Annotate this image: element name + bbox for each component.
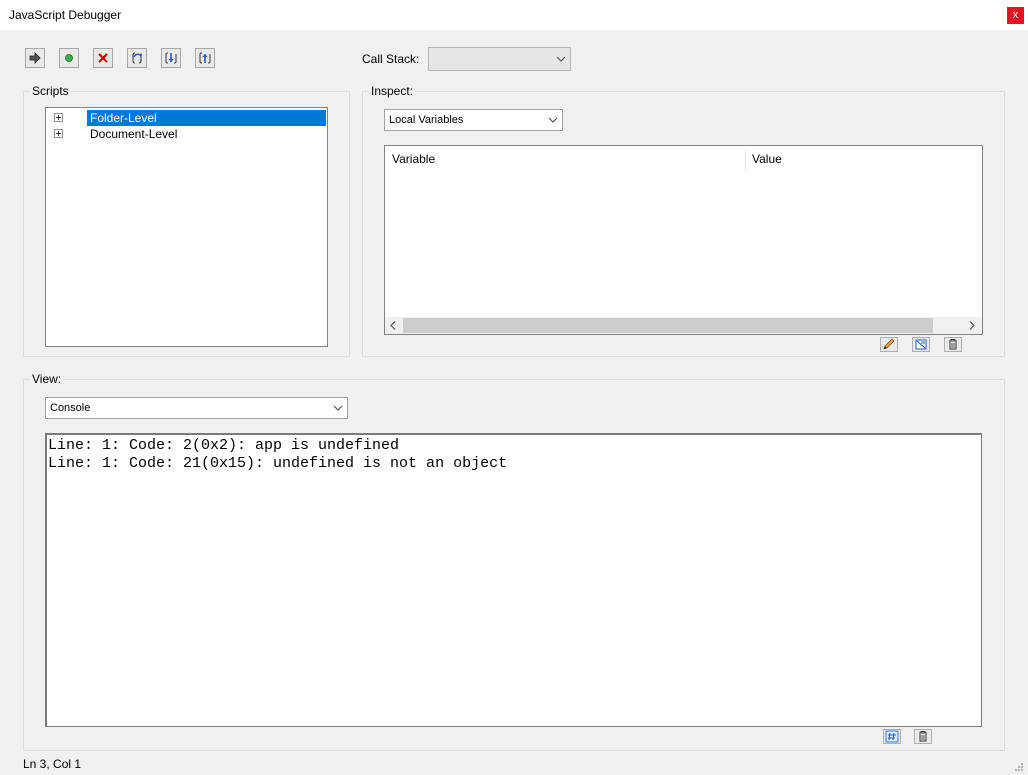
tree-item-label: Folder-Level — [87, 110, 326, 126]
step-into-button[interactable] — [161, 48, 181, 68]
scripts-group-title: Scripts — [30, 84, 71, 98]
call-stack-dropdown[interactable] — [428, 47, 571, 71]
chevron-down-icon — [548, 117, 558, 123]
resume-icon — [29, 52, 41, 64]
title-bar — [0, 0, 1028, 30]
column-header-variable[interactable]: Variable — [392, 152, 435, 166]
tree-item-document-level[interactable]: Document-Level — [46, 126, 325, 142]
console-output[interactable]: Line: 1: Code: 2(0x2): app is undefined … — [45, 433, 982, 727]
status-text: Ln 3, Col 1 — [23, 757, 82, 771]
edit-variable-icon — [883, 338, 895, 350]
column-header-value[interactable]: Value — [752, 152, 782, 166]
scroll-left-icon[interactable] — [388, 320, 398, 331]
delete-icon — [949, 339, 957, 350]
window-title: JavaScript Debugger — [9, 8, 122, 22]
variables-table[interactable]: Variable Value — [384, 145, 983, 335]
toggle-breakpoint-icon — [65, 54, 73, 62]
run-script-button[interactable] — [883, 729, 901, 744]
delete-watch-button[interactable] — [944, 337, 962, 352]
expand-icon[interactable] — [54, 113, 63, 122]
step-into-icon — [165, 52, 177, 64]
watch-button[interactable] — [912, 337, 930, 352]
inspect-dropdown-value: Local Variables — [389, 114, 464, 126]
stop-debugging-button[interactable] — [93, 48, 113, 68]
stop-debugging-icon — [98, 53, 108, 63]
clear-console-icon — [919, 731, 927, 742]
edit-variable-button[interactable] — [880, 337, 898, 352]
run-script-icon — [885, 730, 899, 743]
toggle-breakpoint-button[interactable] — [59, 48, 79, 68]
chevron-down-icon — [556, 56, 566, 62]
tree-item-label: Document-Level — [90, 127, 178, 141]
clear-console-button[interactable] — [914, 729, 932, 744]
scroll-right-icon[interactable] — [967, 320, 977, 331]
close-button[interactable]: x — [1007, 7, 1024, 24]
view-dropdown-value: Console — [50, 402, 91, 414]
horizontal-scrollbar[interactable] — [385, 317, 982, 334]
step-over-button[interactable] — [127, 48, 147, 68]
call-stack-label: Call Stack: — [362, 52, 420, 66]
step-out-button[interactable] — [195, 48, 215, 68]
resize-grip[interactable] — [1014, 761, 1024, 771]
resize-grip-icon — [1015, 763, 1023, 771]
inspect-dropdown[interactable]: Local Variables — [384, 109, 563, 131]
tree-item-folder-level[interactable]: Folder-Level — [46, 110, 326, 126]
step-over-icon — [132, 52, 142, 64]
watch-icon — [915, 339, 927, 350]
scrollbar-thumb[interactable] — [403, 318, 933, 333]
resume-button[interactable] — [25, 48, 45, 68]
column-divider[interactable] — [745, 149, 746, 171]
console-line: Line: 1: Code: 2(0x2): app is undefined — [48, 437, 400, 454]
view-group-title: View: — [30, 372, 64, 386]
chevron-down-icon — [333, 405, 343, 411]
console-line: Line: 1: Code: 21(0x15): undefined is no… — [48, 455, 508, 472]
inspect-group-title: Inspect: — [369, 84, 416, 98]
expand-icon[interactable] — [54, 129, 63, 138]
step-out-icon — [199, 52, 211, 64]
view-dropdown[interactable]: Console — [45, 397, 348, 419]
scripts-tree[interactable]: Folder-Level Document-Level — [45, 107, 328, 347]
